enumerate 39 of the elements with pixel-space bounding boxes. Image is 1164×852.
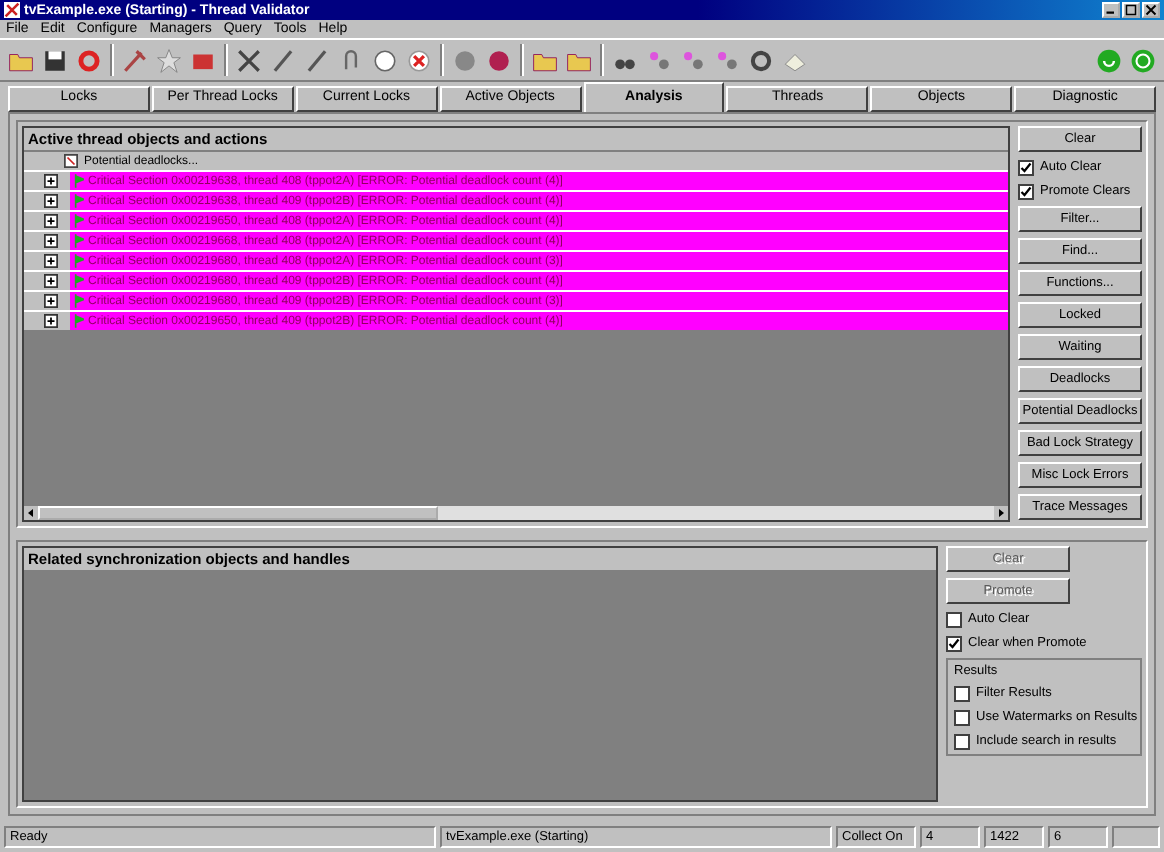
checkbox[interactable]	[1018, 183, 1034, 199]
scrollbar[interactable]	[24, 506, 1008, 520]
expand-icon[interactable]	[44, 194, 58, 208]
expand-icon[interactable]	[44, 254, 58, 268]
expand-icon[interactable]	[44, 214, 58, 228]
flag-icon	[74, 314, 84, 328]
minimize-button[interactable]	[1102, 2, 1120, 18]
maximize-button[interactable]	[1122, 2, 1140, 18]
star-icon[interactable]	[156, 47, 182, 73]
checkbox[interactable]	[954, 709, 970, 725]
app-icon	[4, 2, 20, 18]
close-icon	[1144, 4, 1158, 16]
flag-icon	[74, 174, 84, 188]
checkbox[interactable]	[946, 635, 962, 651]
checkbox[interactable]	[954, 733, 970, 749]
flag-icon	[74, 274, 84, 288]
scroll-left-icon[interactable]	[24, 506, 38, 520]
status-pane	[1112, 826, 1160, 848]
ring-icon[interactable]	[76, 47, 102, 73]
close-button[interactable]	[1142, 2, 1160, 18]
ballred-icon[interactable]	[486, 47, 512, 73]
flag-icon	[74, 254, 84, 268]
expand-icon[interactable]	[44, 234, 58, 248]
checkbox[interactable]	[946, 611, 962, 627]
scroll-thumb[interactable]	[38, 506, 438, 520]
stop-icon[interactable]	[406, 47, 432, 73]
maximize-icon	[1124, 4, 1138, 16]
checkbox[interactable]	[954, 685, 970, 701]
flag-icon	[74, 194, 84, 208]
flag-icon	[74, 234, 84, 248]
expand-icon[interactable]	[44, 294, 58, 308]
expand-icon[interactable]	[44, 274, 58, 288]
scroll-right-icon[interactable]	[994, 506, 1008, 520]
checkbox[interactable]	[1018, 159, 1034, 175]
cross-icon[interactable]	[236, 47, 262, 73]
flag-icon	[74, 214, 84, 228]
flag-icon	[74, 294, 84, 308]
expand-icon[interactable]	[44, 314, 58, 328]
expand-icon[interactable]	[44, 174, 58, 188]
